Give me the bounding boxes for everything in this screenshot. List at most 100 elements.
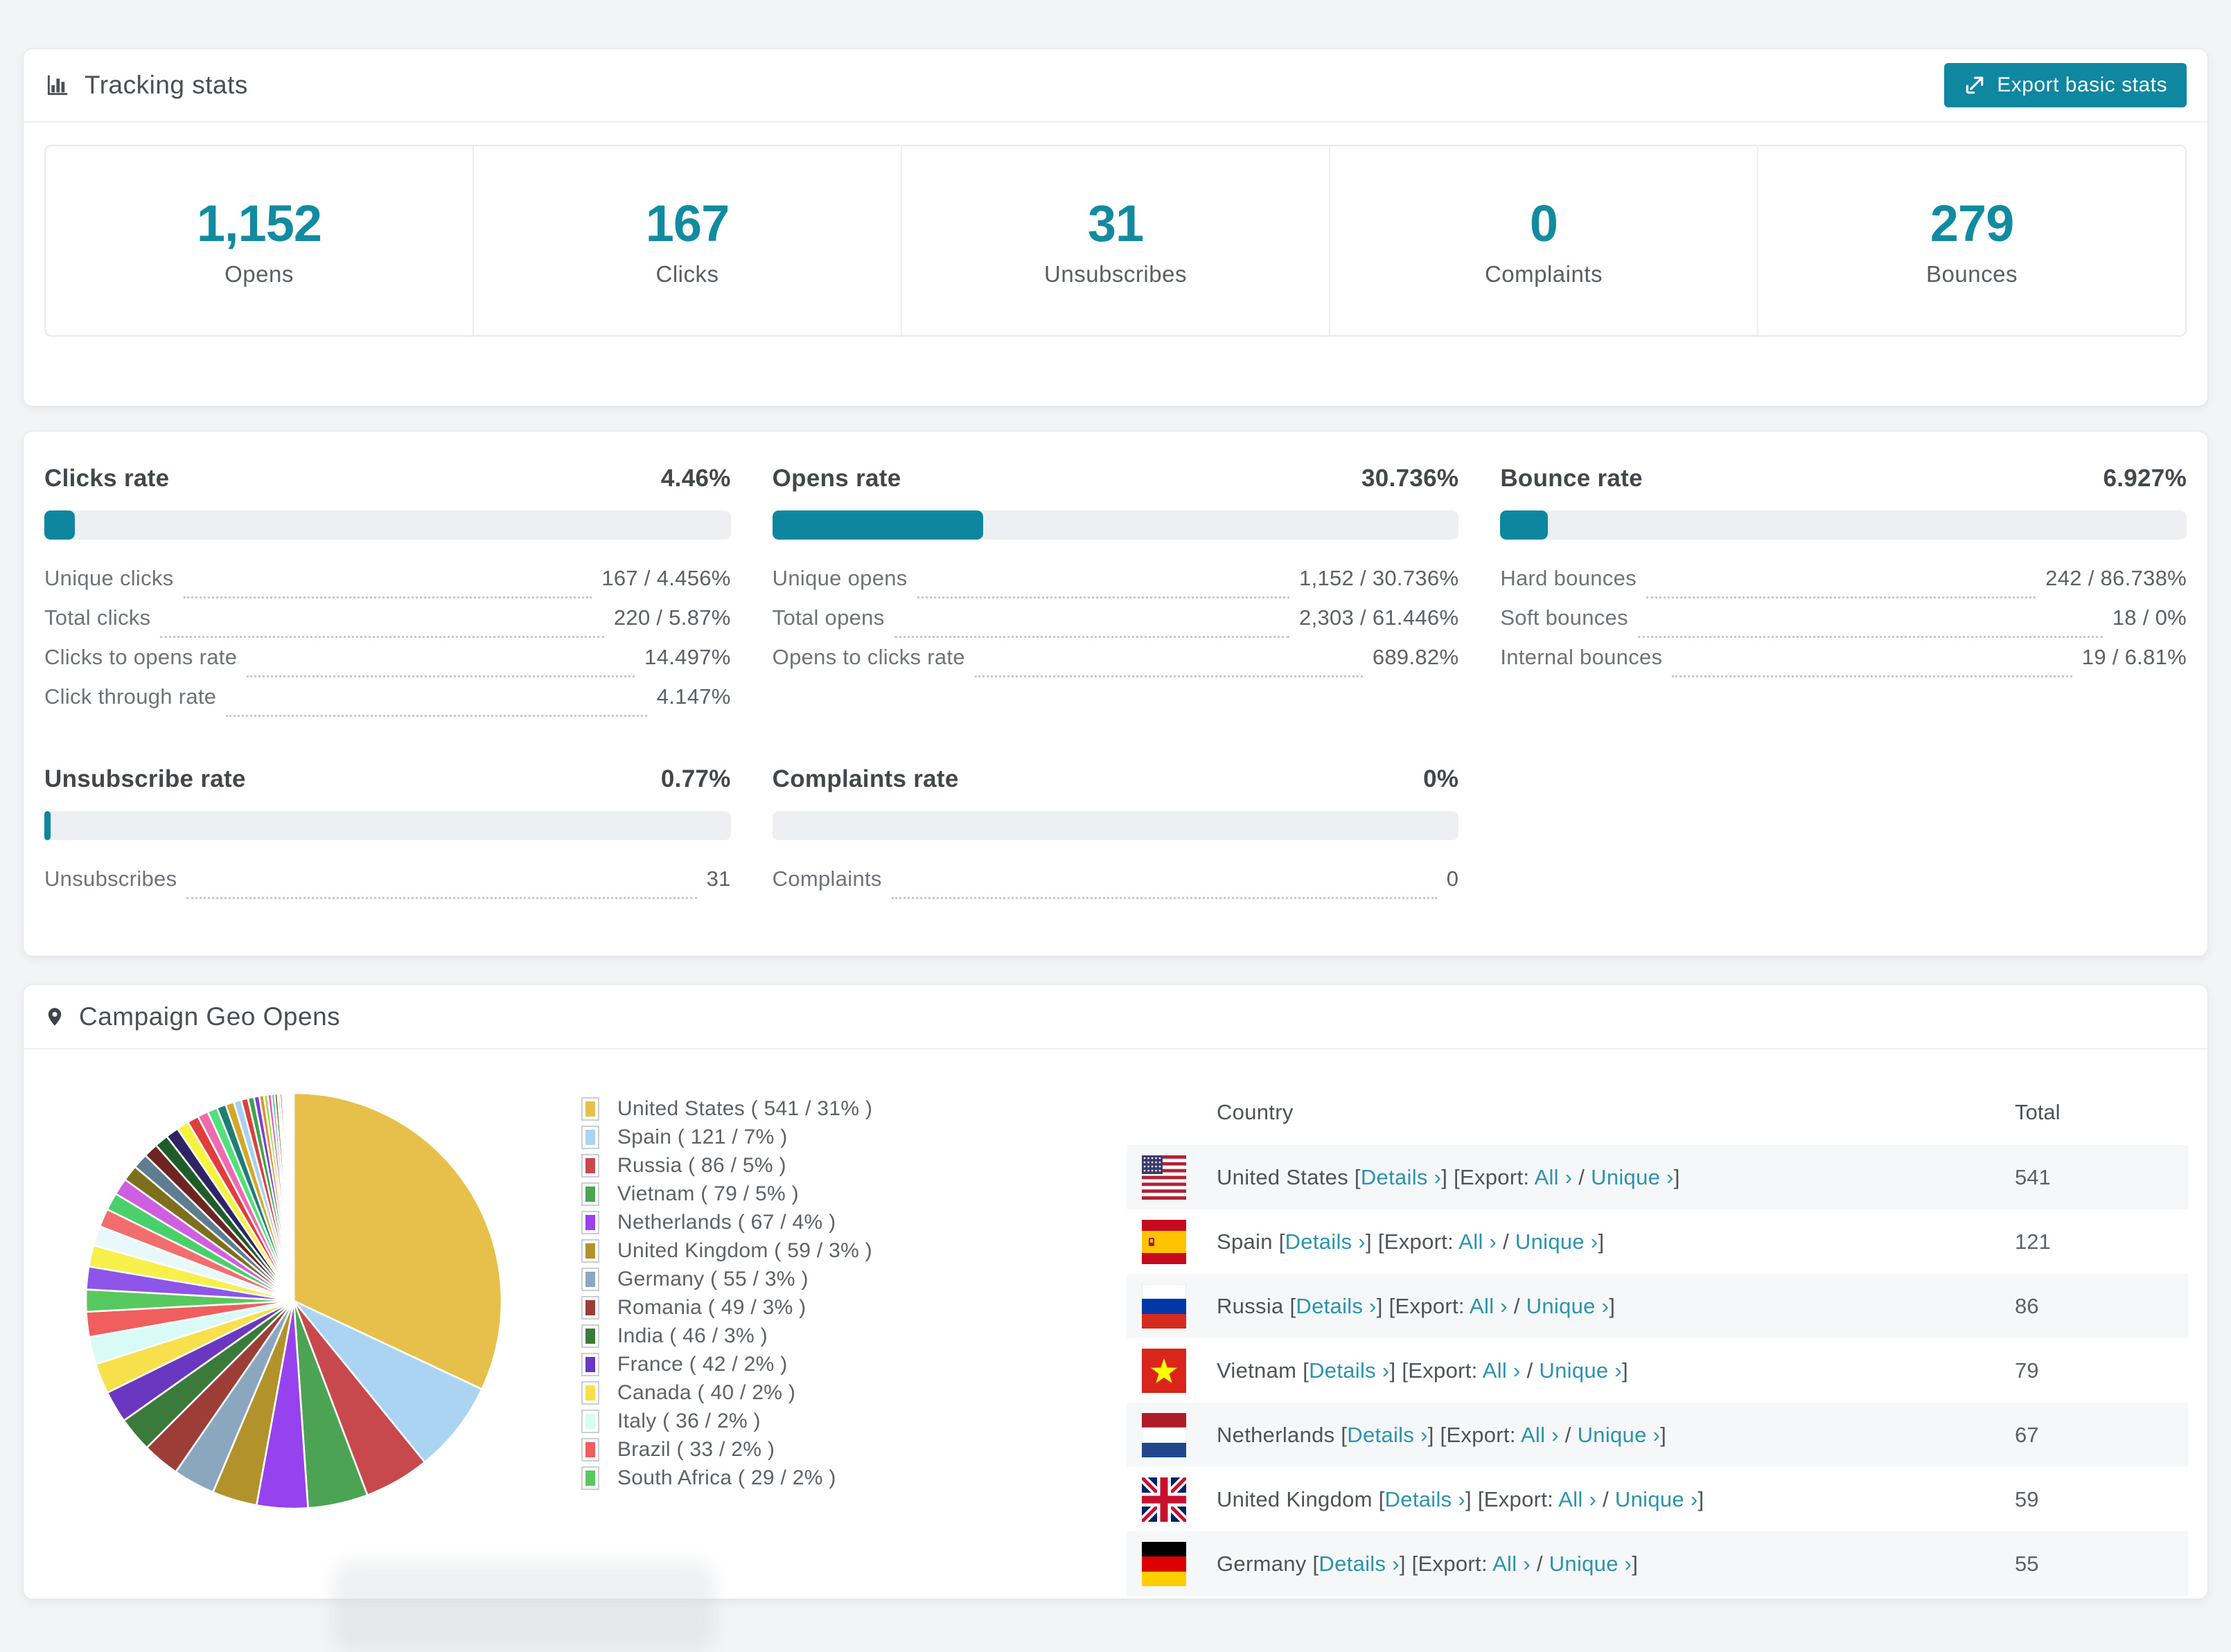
rate-row-label-unsubscribes: Unsubscribes [44,867,177,891]
rate-progress-fill-bounce-rate [1500,510,1548,540]
geo-row-label-netherlands: Netherlands [Details ›] [Export: All › /… [1217,1422,1667,1447]
geo-row-label-united-kingdom: United Kingdom [Details ›] [Export: All … [1217,1486,1704,1511]
legend-swatch-netherlands [581,1210,599,1234]
legend-swatch-italy [581,1409,599,1433]
rate-title-clicks-rate: Clicks rate [44,465,170,492]
dotted-leader [891,897,1437,899]
export-unique-link-united-kingdom[interactable]: Unique › [1615,1487,1698,1511]
export-all-link-netherlands[interactable]: All › [1521,1423,1559,1447]
export-all-link-united-states[interactable]: All › [1535,1165,1573,1189]
legend-label-russia: Russia ( 86 / 5% ) [617,1153,786,1177]
rate-row-label-soft-bounces: Soft bounces [1500,605,1628,630]
legend-item-spain: Spain ( 121 / 7% ) [581,1123,872,1151]
rate-value-unsubscribe-rate: 0.77% [660,765,731,792]
rate-row-label-unique-opens: Unique opens [772,566,908,590]
details-link-germany[interactable]: Details › [1319,1552,1399,1576]
stat-complaints: 0 Complaints [1329,146,1757,335]
rate-header-bounce-rate: Bounce rate 6.927% [1500,465,2187,492]
rate-row-total-clicks: Total clicks 220 / 5.87% [44,605,731,645]
stat-label-unsubscribes: Unsubscribes [1044,261,1187,287]
legend-swatch-south-africa [581,1466,599,1490]
stat-unsubscribes: 31 Unsubscribes [901,146,1329,335]
export-all-link-spain[interactable]: All › [1458,1229,1497,1254]
rate-progressbar-complaints-rate [772,811,1459,840]
rate-row-value-soft-bounces: 18 / 0% [2112,605,2187,630]
legend-item-south-africa: South Africa ( 29 / 2% ) [581,1464,872,1492]
stat-value-unsubscribes: 31 [1087,195,1144,252]
legend-swatch-canada [581,1380,599,1405]
details-link-spain[interactable]: Details › [1285,1229,1366,1254]
legend-swatch-united-states [581,1096,599,1121]
es-flag-icon [1142,1219,1186,1264]
dotted-leader [894,636,1290,638]
stat-label-clicks: Clicks [655,261,719,287]
rate-row-value-clicks-to-opens-rate: 14.497% [644,645,731,669]
rate-title-opens-rate: Opens rate [772,465,901,492]
export-icon [1966,76,1984,94]
legend-label-united-states: United States ( 541 / 31% ) [617,1096,873,1120]
geo-row-total-united-kingdom: 59 [2015,1486,2039,1511]
legend-swatch-vietnam [581,1182,599,1206]
dotted-leader [160,636,604,638]
rate-title-complaints-rate: Complaints rate [772,765,959,792]
gb-flag-icon [1138,1474,1190,1525]
export-unique-link-vietnam[interactable]: Unique › [1539,1358,1622,1383]
legend-item-netherlands: Netherlands ( 67 / 4% ) [581,1208,872,1236]
details-link-vietnam[interactable]: Details › [1309,1358,1389,1383]
export-unique-link-netherlands[interactable]: Unique › [1578,1423,1661,1447]
export-unique-link-spain[interactable]: Unique › [1515,1229,1598,1254]
rate-row-label-total-opens: Total opens [772,605,885,630]
country-name-spain: Spain [1217,1229,1279,1254]
country-name-vietnam: Vietnam [1217,1358,1303,1383]
geo-table-row-germany: Germany [Details ›] [Export: All › / Uni… [1127,1531,2188,1596]
export-unique-link-russia[interactable]: Unique › [1526,1294,1610,1318]
geo-table-header-total: Total [2015,1099,2061,1124]
tracking-stats-title-text: Tracking stats [85,71,248,99]
legend-item-russia: Russia ( 86 / 5% ) [581,1151,872,1180]
export-all-link-vietnam[interactable]: All › [1483,1358,1521,1383]
export-basic-stats-button[interactable]: Export basic stats [1944,63,2187,107]
country-name-russia: Russia [1217,1293,1290,1318]
legend-label-italy: Italy ( 36 / 2% ) [617,1409,761,1432]
pie-legend: United States ( 541 / 31% ) Spain ( 121 /… [581,1094,872,1492]
geo-row-label-russia: Russia [Details ›] [Export: All › / Uniq… [1217,1293,1616,1318]
dotted-leader [917,596,1290,598]
campaign-geo-opens-card: Campaign Geo Opens United States ( 541 /… [23,984,2208,1599]
export-all-link-russia[interactable]: All › [1470,1294,1508,1318]
rate-row-value-unsubscribes: 31 [706,867,731,891]
legend-label-india: India ( 46 / 3% ) [617,1324,768,1347]
export-all-link-united-kingdom[interactable]: All › [1558,1487,1596,1511]
stat-opens: 1,152 Opens [46,146,473,335]
rate-rows-unsubscribe-rate: Unsubscribes 31 [44,867,731,906]
stat-value-opens: 1,152 [196,195,322,252]
rate-value-opens-rate: 30.736% [1361,465,1459,492]
details-link-united-kingdom[interactable]: Details › [1385,1487,1465,1511]
details-link-netherlands[interactable]: Details › [1347,1423,1427,1447]
geo-table-row-netherlands: Netherlands [Details ›] [Export: All › /… [1127,1403,2188,1467]
export-button-label: Export basic stats [1997,73,2167,96]
details-link-united-states[interactable]: Details › [1361,1165,1441,1189]
legend-label-south-africa: South Africa ( 29 / 2% ) [617,1466,836,1489]
geo-table-header-row: Country Total [1127,1079,2188,1145]
details-link-russia[interactable]: Details › [1296,1294,1376,1318]
rate-row-label-click-through-rate: Click through rate [44,684,217,709]
rate-header-clicks-rate: Clicks rate 4.46% [44,465,731,492]
rate-title-unsubscribe-rate: Unsubscribe rate [44,765,246,792]
rate-row-label-clicks-to-opens-rate: Clicks to opens rate [44,645,238,669]
rate-row-unsubscribes: Unsubscribes 31 [44,867,731,906]
rate-row-unique-clicks: Unique clicks 167 / 4.456% [44,566,731,605]
rate-value-complaints-rate: 0% [1423,765,1459,792]
dotted-leader [186,897,697,899]
country-name-germany: Germany [1217,1551,1313,1576]
export-all-link-germany[interactable]: All › [1492,1552,1531,1576]
rate-row-clicks-to-opens-rate: Clicks to opens rate 14.497% [44,645,731,684]
legend-label-brazil: Brazil ( 33 / 2% ) [617,1437,775,1461]
legend-item-united-kingdom: United Kingdom ( 59 / 3% ) [581,1236,872,1265]
legend-label-united-kingdom: United Kingdom ( 59 / 3% ) [617,1238,872,1262]
export-unique-link-united-states[interactable]: Unique › [1591,1165,1674,1189]
rate-block-opens-rate: Opens rate 30.736% Unique opens 1,152 / 30.… [772,465,1459,724]
dotted-leader [1672,675,2072,677]
export-unique-link-germany[interactable]: Unique › [1549,1552,1632,1576]
rate-row-value-total-opens: 2,303 / 61.446% [1299,605,1459,630]
geo-table-row-spain: Spain [Details ›] [Export: All › / Uniqu… [1127,1209,2188,1274]
